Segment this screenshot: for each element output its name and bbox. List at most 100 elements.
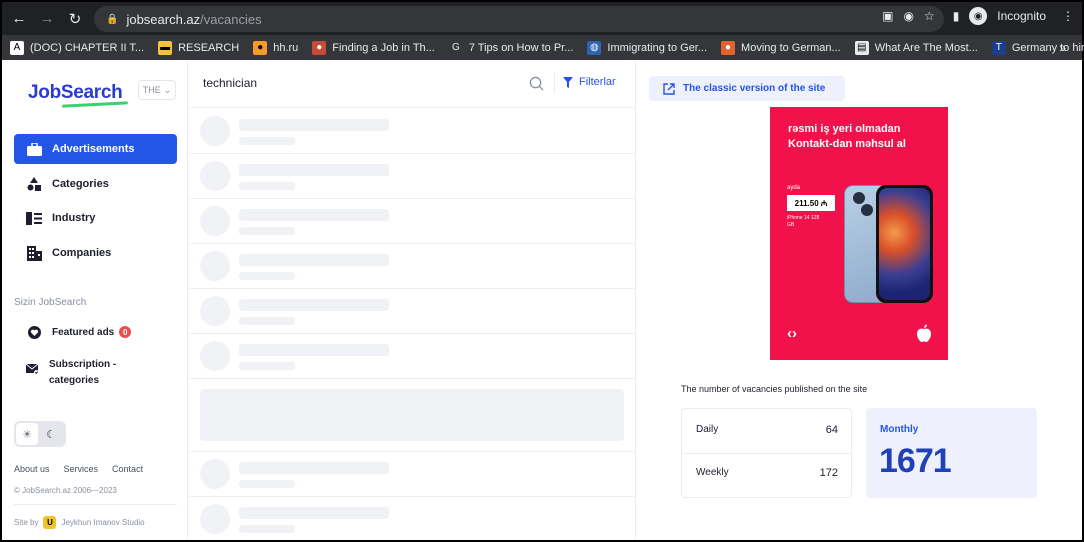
- sidebar-item-subscription[interactable]: Subscription - categories: [25, 357, 149, 389]
- skeleton-row: [189, 452, 635, 497]
- subscription-label: Subscription - categories: [49, 359, 117, 386]
- skeleton-placeholder: [239, 182, 295, 190]
- bookmark-label: What Are The Most...: [874, 41, 978, 54]
- featured-ads-label: Featured ads: [52, 326, 115, 338]
- skeleton-row: [189, 109, 635, 154]
- back-arrow-icon[interactable]: ←: [8, 8, 30, 30]
- site-by-label: Site by: [14, 518, 39, 527]
- ad-price: 211.50 ₼: [787, 195, 835, 211]
- bookmarks-overflow-icon[interactable]: »: [1059, 41, 1066, 55]
- bookmark-label: Moving to German...: [741, 41, 841, 54]
- skeleton-placeholder: [200, 251, 230, 281]
- skeleton-placeholder: [200, 504, 230, 534]
- right-panel: The classic version of the site rəsmi iş…: [637, 60, 1082, 540]
- bookmark-label: (DOC) CHAPTER II T...: [30, 41, 145, 54]
- sidepanel-icon[interactable]: ▮: [953, 9, 960, 23]
- star-icon[interactable]: ☆: [924, 9, 935, 23]
- phone-front-image: [876, 185, 933, 303]
- bookmark-favicon-icon: ▬: [158, 40, 173, 55]
- skeleton-placeholder: [200, 116, 230, 146]
- language-value: THE: [142, 85, 161, 95]
- bookmark-item[interactable]: ◍ Immigrating to Ger...: [587, 40, 708, 55]
- sidebar-item-label: Industry: [52, 212, 96, 224]
- briefcase-icon: [26, 141, 42, 157]
- monthly-value: 1671: [879, 442, 952, 480]
- sidebar-item-industry[interactable]: Industry: [14, 203, 177, 233]
- sidebar-item-companies[interactable]: Companies: [14, 238, 177, 268]
- menu-dots-icon[interactable]: ⋮: [1062, 9, 1074, 23]
- bookmark-favicon-icon: ●: [721, 40, 736, 55]
- skeleton-placeholder: [239, 507, 389, 519]
- search-icon[interactable]: [529, 76, 544, 91]
- kontakt-logo-icon: ‹›: [787, 325, 797, 342]
- address-bar[interactable]: 🔒 jobsearch.az/vacancies: [94, 6, 944, 32]
- about-us-link[interactable]: About us: [14, 464, 50, 474]
- sidebar-item-categories[interactable]: Categories: [14, 169, 177, 199]
- bookmark-favicon-icon: G: [448, 40, 463, 55]
- sidebar-item-advertisements[interactable]: Advertisements: [14, 134, 177, 164]
- incognito-icon[interactable]: ◉: [969, 7, 988, 25]
- theme-toggle[interactable]: ☀ ☾: [14, 421, 66, 447]
- skeleton-placeholder: [239, 480, 295, 488]
- site-by: Site by U Jeykhun Imanov Studio: [14, 516, 145, 529]
- reload-icon[interactable]: ↻: [64, 8, 86, 30]
- search-input[interactable]: [203, 76, 503, 90]
- filter-button[interactable]: Filterlar: [563, 76, 616, 88]
- skeleton-placeholder: [239, 254, 389, 266]
- bookmark-item[interactable]: G 7 Tips on How to Pr...: [448, 40, 573, 55]
- bookmark-label: Finding a Job in Th...: [332, 41, 435, 54]
- bookmark-favicon-icon: ▤: [854, 40, 869, 55]
- skeleton-placeholder: [239, 137, 295, 145]
- daily-value: 64: [825, 424, 838, 436]
- language-select[interactable]: THE ⌄: [138, 80, 176, 100]
- classic-version-link[interactable]: The classic version of the site: [649, 76, 845, 101]
- heart-icon: [26, 324, 42, 340]
- bookmark-item[interactable]: ● Finding a Job in Th...: [312, 40, 435, 55]
- bookmark-item[interactable]: A (DOC) CHAPTER II T...: [10, 40, 145, 55]
- stat-divider: [682, 453, 851, 454]
- skeleton-placeholder: [239, 344, 389, 356]
- skeleton-row: [189, 289, 635, 334]
- sun-icon[interactable]: ☀: [16, 423, 38, 445]
- services-link[interactable]: Services: [64, 464, 99, 474]
- filter-icon: [563, 76, 573, 88]
- search-bar: Filterlar: [189, 60, 635, 108]
- browser-right-tools: ▣ ◉ ☆ ▮ ◉ Incognito ⋮: [882, 7, 1074, 25]
- url-path: /vacancies: [200, 11, 262, 27]
- bookmark-item[interactable]: ● hh.ru: [253, 40, 298, 55]
- sidebar-item-label: Advertisements: [52, 143, 135, 155]
- bookmark-item[interactable]: ● Moving to German...: [721, 40, 841, 55]
- sidebar-item-label: Companies: [52, 247, 112, 259]
- moon-icon[interactable]: ☾: [40, 423, 62, 445]
- skeleton-row: [189, 244, 635, 289]
- forward-arrow-icon[interactable]: →: [36, 8, 58, 30]
- translate-icon[interactable]: ▣: [882, 9, 893, 23]
- bookmark-favicon-icon: ●: [312, 40, 327, 55]
- skeleton-placeholder: [239, 272, 295, 280]
- advertisement-banner[interactable]: rəsmi iş yeri olmadan Kontakt-dan məhsul…: [770, 107, 948, 360]
- url-host: jobsearch.az: [126, 11, 201, 27]
- monthly-stat-box: Monthly 1671: [866, 408, 1037, 498]
- footer-divider: [14, 504, 177, 505]
- weekly-value: 172: [819, 467, 838, 479]
- skeleton-placeholder: [200, 459, 230, 489]
- sidebar-item-featured-ads[interactable]: Featured ads 0: [14, 317, 177, 347]
- bookmark-item[interactable]: T Germany to hire Pi...: [991, 40, 1084, 55]
- eye-off-icon[interactable]: ◉: [903, 9, 913, 23]
- studio-link[interactable]: Jeykhun Imanov Studio: [61, 518, 144, 527]
- bookmark-item[interactable]: ▤ What Are The Most...: [854, 40, 978, 55]
- bookmark-label: Immigrating to Ger...: [607, 41, 708, 54]
- skeleton-placeholder: [200, 341, 230, 371]
- camera-lens: [853, 192, 865, 204]
- camera-lens: [861, 204, 873, 216]
- site-logo[interactable]: JobSearch: [28, 82, 123, 104]
- bookmark-item[interactable]: ▬ RESEARCH: [158, 40, 239, 55]
- contact-link[interactable]: Contact: [112, 464, 143, 474]
- copyright: © JobSearch.az 2006—2023: [14, 486, 117, 495]
- bookmarks-bar: A (DOC) CHAPTER II T... ▬ RESEARCH ● hh.ru ● Fi…: [2, 35, 1084, 60]
- studio-logo-icon: U: [43, 516, 57, 529]
- daily-label: Daily: [696, 424, 719, 435]
- industry-icon: [26, 210, 42, 226]
- apple-logo-icon: [916, 324, 932, 347]
- profile-label[interactable]: Incognito: [997, 9, 1046, 23]
